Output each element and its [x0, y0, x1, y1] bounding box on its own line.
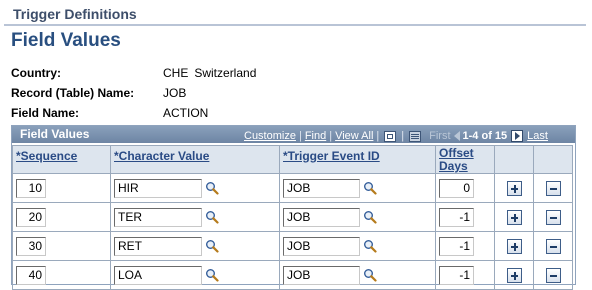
character-value-input[interactable]: LOA: [114, 265, 202, 285]
offset-days-input[interactable]: -1: [439, 265, 474, 285]
character-value-input[interactable]: TER: [114, 207, 202, 227]
trigger-event-id-column-header[interactable]: *Trigger Event ID: [279, 145, 436, 174]
delete-row-cell: [533, 231, 573, 261]
add-row-cell: [494, 202, 534, 232]
sequence-cell: 30: [12, 231, 111, 261]
offset-days-cell: -1: [435, 260, 495, 290]
grid-navigation: Customize | Find | View All | | First 1-…: [244, 130, 548, 142]
sequence-cell: 10: [12, 173, 111, 203]
trigger-event-id-input[interactable]: JOB: [283, 265, 360, 285]
previous-arrow-icon: [453, 131, 460, 141]
offset-days-cell: 0: [435, 173, 495, 203]
sequence-column-header[interactable]: *Sequence: [12, 145, 111, 174]
zoom-grid-icon[interactable]: [384, 130, 397, 142]
trigger-event-id-input[interactable]: JOB: [283, 236, 360, 256]
magnifier-icon[interactable]: [205, 181, 219, 195]
offset-days-input[interactable]: -1: [439, 207, 474, 227]
sequence-input[interactable]: 30: [16, 236, 46, 256]
plus-icon[interactable]: [506, 180, 522, 196]
table-row: 30 RET JOB -1: [12, 231, 573, 261]
sequence-input[interactable]: 10: [16, 178, 46, 198]
magnifier-icon[interactable]: [363, 181, 377, 195]
character-value-column-header[interactable]: *Character Value: [110, 145, 280, 174]
next-arrow-icon[interactable]: [511, 130, 524, 142]
delete-row-cell: [533, 202, 573, 232]
table-row: 20 TER JOB -1: [12, 202, 573, 232]
trigger-event-id-cell: JOB: [279, 202, 436, 232]
field-name-value: ACTION: [163, 106, 209, 120]
field-values-table: *Sequence *Character Value *Trigger Even…: [12, 145, 573, 290]
add-row-cell: [494, 173, 534, 203]
offset-days-input[interactable]: -1: [439, 236, 474, 256]
first-link: First: [429, 130, 451, 142]
nav-separator: |: [376, 130, 380, 142]
sequence-input[interactable]: 20: [16, 207, 46, 227]
plus-icon[interactable]: [506, 209, 522, 225]
delete-row-cell: [533, 260, 573, 290]
offset-days-cell: -1: [435, 202, 495, 232]
offset-days-cell: -1: [435, 231, 495, 261]
country-label: Country:: [11, 66, 61, 80]
page-title: Field Values: [11, 30, 121, 51]
country-code: CHE: [163, 66, 189, 80]
plus-icon[interactable]: [506, 238, 522, 254]
minus-icon[interactable]: [545, 238, 561, 254]
plus-icon[interactable]: [506, 267, 522, 283]
country-name: Switzerland: [194, 66, 257, 80]
grid-title: Field Values: [20, 127, 90, 141]
table-header-row: *Sequence *Character Value *Trigger Even…: [12, 145, 573, 174]
nav-separator: |: [329, 130, 333, 142]
add-row-cell: [494, 260, 534, 290]
character-value-cell: LOA: [110, 260, 280, 290]
row-range: 1-4 of 15: [462, 130, 508, 142]
magnifier-icon[interactable]: [363, 210, 377, 224]
nav-separator: |: [401, 130, 405, 142]
trigger-event-id-cell: JOB: [279, 173, 436, 203]
component-header: Trigger Definitions: [4, 4, 586, 26]
find-link[interactable]: Find: [305, 130, 326, 142]
nav-separator: |: [298, 130, 302, 142]
download-grid-icon[interactable]: [409, 130, 422, 142]
add-column-header: [494, 145, 534, 174]
offset-days-column-header[interactable]: Offset Days: [435, 145, 495, 174]
delete-row-cell: [533, 173, 573, 203]
trigger-event-id-input[interactable]: JOB: [283, 207, 360, 227]
magnifier-icon[interactable]: [205, 239, 219, 253]
magnifier-icon[interactable]: [205, 210, 219, 224]
trigger-event-id-cell: JOB: [279, 260, 436, 290]
magnifier-icon[interactable]: [205, 268, 219, 282]
record-label: Record (Table) Name:: [11, 86, 135, 100]
minus-icon[interactable]: [545, 180, 561, 196]
grid-titlebar: Field Values Customize | Find | View All…: [12, 126, 575, 143]
magnifier-icon[interactable]: [363, 239, 377, 253]
offset-days-input[interactable]: 0: [439, 178, 474, 198]
minus-icon[interactable]: [545, 267, 561, 283]
sequence-cell: 40: [12, 260, 111, 290]
customize-link[interactable]: Customize: [244, 130, 296, 142]
view-all-link[interactable]: View All: [335, 130, 373, 142]
character-value-cell: TER: [110, 202, 280, 232]
last-link[interactable]: Last: [527, 130, 548, 142]
minus-icon[interactable]: [545, 209, 561, 225]
table-row: 40 LOA JOB -1: [12, 260, 573, 290]
sequence-cell: 20: [12, 202, 111, 232]
table-row: 10 HIR JOB 0: [12, 173, 573, 203]
component-title: Trigger Definitions: [13, 6, 137, 22]
field-name-label: Field Name:: [11, 106, 80, 120]
record-value: JOB: [163, 86, 187, 100]
character-value-cell: RET: [110, 231, 280, 261]
country-value: CHE Switzerland: [163, 66, 256, 80]
trigger-event-id-cell: JOB: [279, 231, 436, 261]
trigger-event-id-input[interactable]: JOB: [283, 178, 360, 198]
field-values-grid: Field Values Customize | Find | View All…: [11, 125, 576, 290]
add-row-cell: [494, 231, 534, 261]
magnifier-icon[interactable]: [363, 268, 377, 282]
character-value-cell: HIR: [110, 173, 280, 203]
delete-column-header: [533, 145, 573, 174]
character-value-input[interactable]: HIR: [114, 178, 202, 198]
character-value-input[interactable]: RET: [114, 236, 202, 256]
sequence-input[interactable]: 40: [16, 265, 46, 285]
